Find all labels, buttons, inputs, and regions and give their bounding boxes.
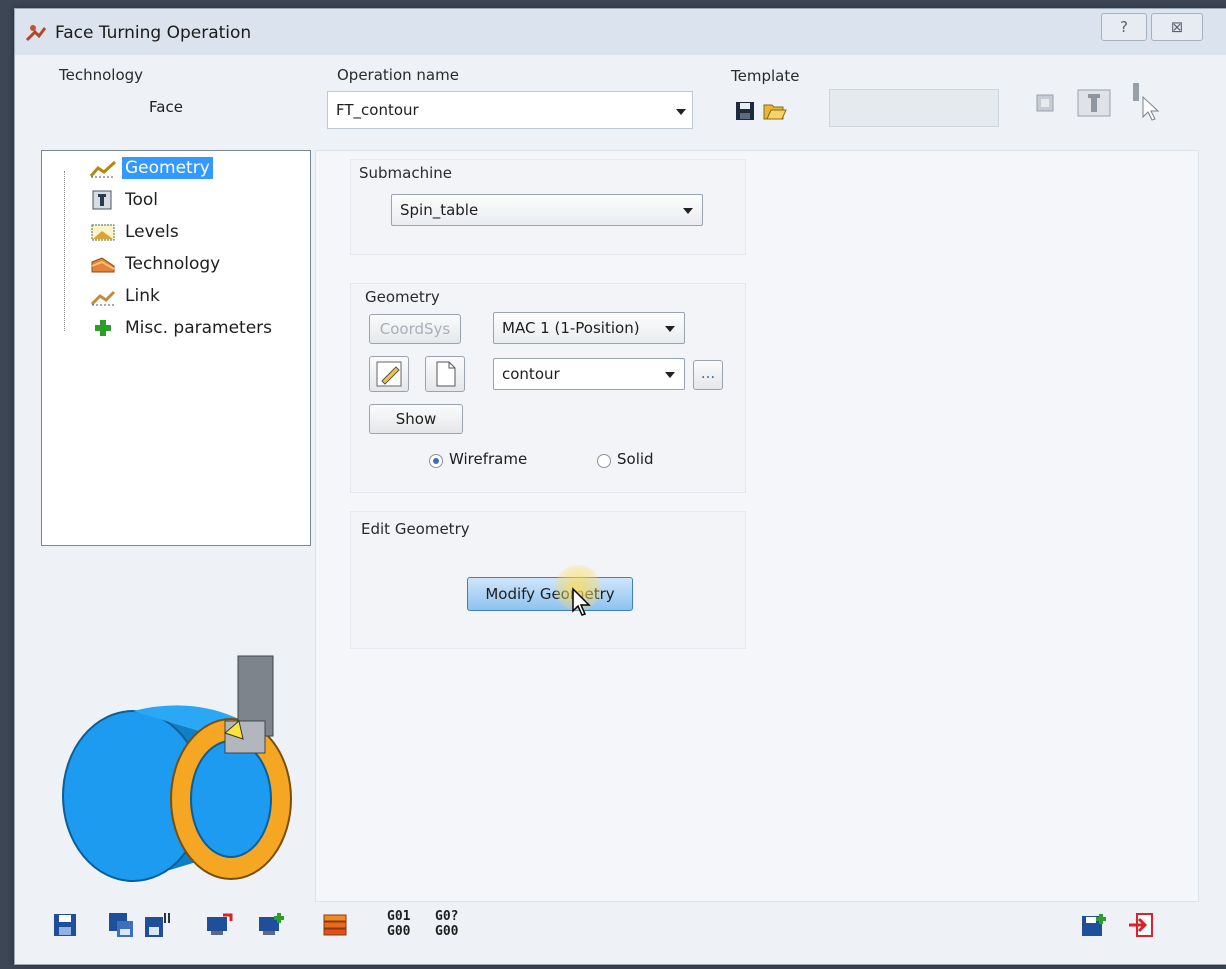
edit-geometry-label: Edit Geometry bbox=[361, 520, 470, 538]
gcode-info-button[interactable]: G0? G00 bbox=[435, 909, 458, 939]
wireframe-radio[interactable] bbox=[429, 454, 443, 468]
app-icon bbox=[25, 25, 47, 42]
close-button[interactable]: ⊠ bbox=[1151, 13, 1203, 41]
pointer-select-icon[interactable] bbox=[1125, 81, 1161, 123]
new-geometry-button[interactable] bbox=[425, 356, 465, 392]
face-turning-dialog: Face Turning Operation ? ⊠ Technology Fa… bbox=[14, 8, 1226, 965]
geometry-group: Geometry CoordSys MAC 1 (1-Position) con… bbox=[350, 283, 746, 493]
operation-name-combo[interactable]: FT_contour bbox=[327, 91, 693, 129]
operation-name-value: FT_contour bbox=[336, 101, 419, 119]
template-label: Template bbox=[731, 67, 800, 85]
tree-item-misc-parameters[interactable]: Misc. parameters bbox=[90, 315, 275, 341]
template-option-icon[interactable] bbox=[1035, 93, 1055, 113]
geometry-value: contour bbox=[502, 365, 560, 383]
coordsys-select[interactable]: MAC 1 (1-Position) bbox=[493, 312, 685, 344]
gcode-bottom: G00 bbox=[435, 924, 459, 939]
tree-item-geometry[interactable]: Geometry bbox=[90, 155, 213, 181]
wireframe-label: Wireframe bbox=[449, 450, 528, 468]
exit-icon[interactable] bbox=[1127, 911, 1155, 939]
submachine-label: Submachine bbox=[359, 164, 453, 182]
save-as-icon[interactable] bbox=[107, 911, 135, 939]
tree-item-label: Geometry bbox=[122, 157, 213, 179]
bottom-toolbar bbox=[15, 899, 1226, 961]
edit-geometry-icon-button[interactable] bbox=[369, 356, 409, 392]
submachine-select[interactable]: Spin_table bbox=[391, 194, 703, 226]
tree-item-label: Misc. parameters bbox=[125, 318, 273, 338]
close-icon: ⊠ bbox=[1170, 18, 1184, 36]
save-template-icon[interactable] bbox=[735, 101, 755, 121]
tree-item-levels[interactable]: Levels bbox=[90, 219, 182, 245]
help-icon: ? bbox=[1120, 18, 1128, 36]
save-and-calculate-icon[interactable] bbox=[205, 911, 233, 939]
tree-item-label: Levels bbox=[125, 222, 179, 242]
link-icon bbox=[90, 290, 116, 306]
show-button[interactable]: Show bbox=[369, 404, 463, 434]
submachine-group: Submachine Spin_table bbox=[350, 159, 746, 255]
mouse-cursor-icon bbox=[572, 587, 591, 616]
title-bar: Face Turning Operation ? ⊠ bbox=[15, 9, 1226, 55]
technology-value: Face bbox=[149, 98, 183, 116]
new-document-icon bbox=[436, 361, 456, 387]
tool-filter-icon[interactable] bbox=[1077, 89, 1111, 117]
modify-geometry-button[interactable]: Modify Geometry bbox=[467, 577, 633, 611]
plus-icon bbox=[95, 320, 111, 336]
pencil-icon bbox=[376, 361, 402, 387]
geometry-label: Geometry bbox=[365, 288, 440, 306]
gcode-simulate-button[interactable]: G01 G00 bbox=[387, 909, 410, 939]
save-icon[interactable] bbox=[51, 911, 79, 939]
tree-item-label: Tool bbox=[125, 190, 159, 210]
gcode-top: G0? bbox=[435, 909, 459, 924]
coordsys-button-label: CoordSys bbox=[379, 320, 451, 338]
chevron-down-icon bbox=[665, 326, 675, 332]
tool-icon bbox=[92, 190, 112, 210]
browse-button[interactable]: ... bbox=[693, 360, 723, 390]
solid-radio[interactable] bbox=[597, 454, 611, 468]
geometry-icon bbox=[90, 160, 116, 178]
coordsys-value: MAC 1 (1-Position) bbox=[502, 319, 640, 337]
stock-layers-icon[interactable] bbox=[321, 911, 349, 939]
levels-icon bbox=[91, 224, 115, 241]
gcode-top: G01 bbox=[387, 909, 411, 924]
technology-label: Technology bbox=[59, 66, 144, 84]
calculate-icon[interactable] bbox=[257, 911, 285, 939]
chevron-down-icon bbox=[683, 208, 693, 214]
window-title: Face Turning Operation bbox=[55, 23, 252, 43]
tree-item-tool[interactable]: Tool bbox=[90, 187, 161, 213]
tree-item-technology[interactable]: Technology bbox=[90, 251, 223, 277]
template-field[interactable] bbox=[829, 89, 999, 127]
save-and-close-icon[interactable] bbox=[1079, 911, 1107, 939]
coordsys-button[interactable]: CoordSys bbox=[369, 314, 461, 344]
part-preview-image bbox=[62, 655, 292, 882]
operation-name-label: Operation name bbox=[337, 66, 459, 84]
tree-item-label: Technology bbox=[125, 254, 221, 274]
parameter-tree: Geometry Tool Levels Technology Link Mis… bbox=[41, 150, 311, 546]
browse-button-label: ... bbox=[700, 364, 716, 382]
submachine-value: Spin_table bbox=[400, 201, 479, 219]
show-button-label: Show bbox=[395, 410, 437, 428]
open-template-icon[interactable] bbox=[763, 99, 787, 121]
help-button[interactable]: ? bbox=[1101, 13, 1147, 41]
chevron-down-icon bbox=[665, 372, 675, 378]
solid-label: Solid bbox=[617, 450, 654, 468]
geometry-select[interactable]: contour bbox=[493, 358, 685, 390]
tree-item-link[interactable]: Link bbox=[90, 283, 163, 309]
save-all-icon[interactable] bbox=[143, 911, 171, 939]
technology-icon bbox=[91, 257, 115, 273]
tree-item-label: Link bbox=[125, 286, 160, 306]
chevron-down-icon bbox=[676, 109, 686, 115]
gcode-bottom: G00 bbox=[387, 924, 411, 939]
geometry-page: Submachine Spin_table Geometry CoordSys … bbox=[315, 150, 1199, 902]
